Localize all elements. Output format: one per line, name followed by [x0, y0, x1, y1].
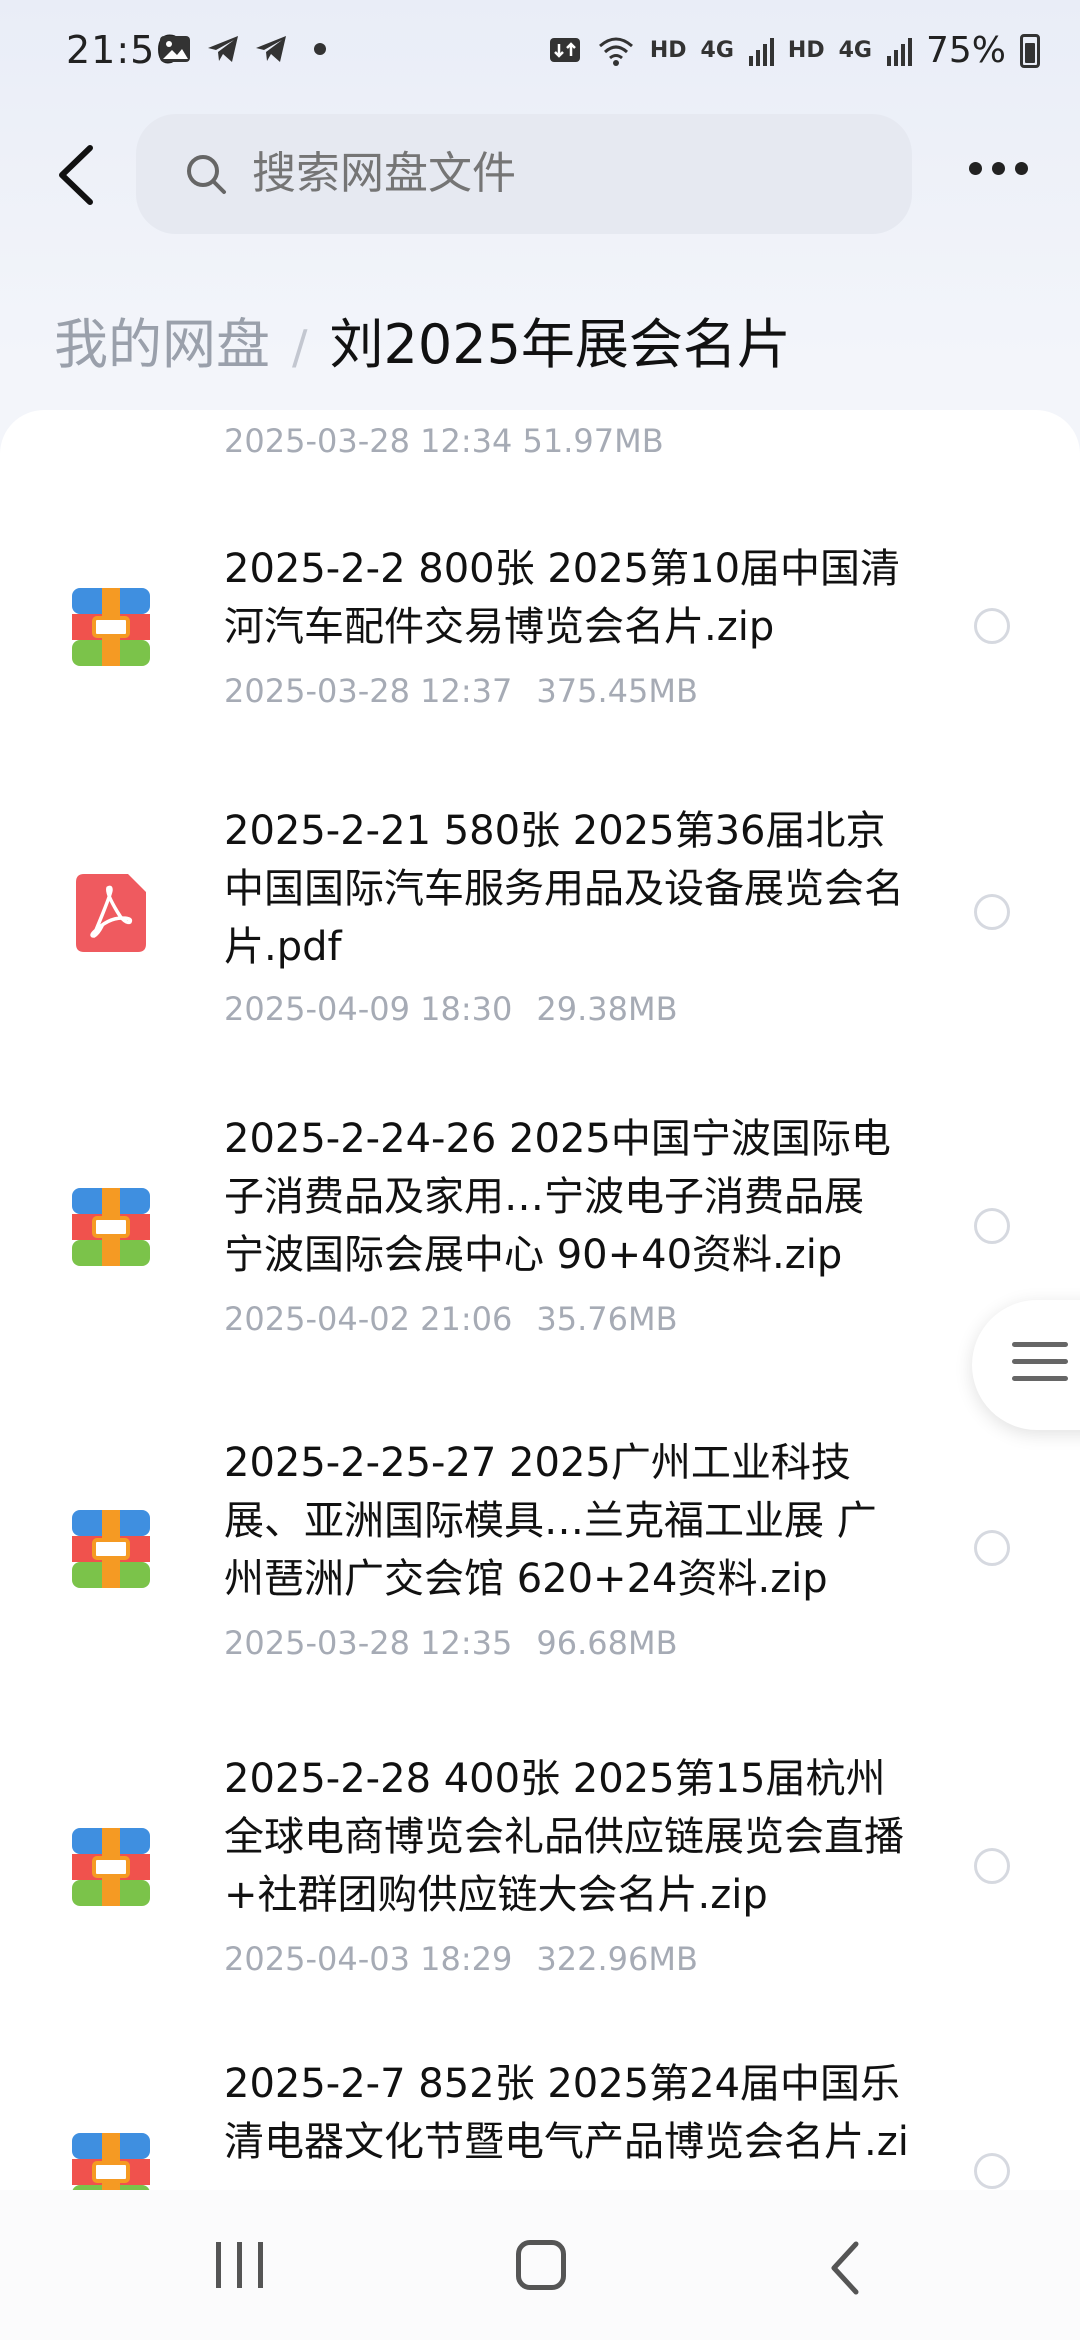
telegram-icon [208, 36, 238, 62]
nav-back-icon[interactable] [826, 2238, 866, 2298]
file-list-item[interactable]: 2025-2-28 400张 2025第15届杭州全球电商博览会礼品供应链展览会… [0, 1750, 1080, 2000]
network-label: HD [787, 38, 825, 63]
battery-percent: 75% [925, 30, 1006, 71]
file-name: 2025-2-25-27 2025广州工业科技展、亚洲国际模具…兰克福工业展 广… [224, 1440, 877, 1602]
file-meta: 2025-04-03 18:29 322.96MB [224, 1940, 698, 1978]
file-meta: 2025-03-28 12:35 96.68MB [224, 1624, 678, 1662]
search-bar[interactable] [136, 114, 912, 234]
file-size: 29.38MB [536, 990, 678, 1028]
select-radio[interactable] [974, 1848, 1010, 1884]
file-size: 35.76MB [536, 1300, 678, 1338]
file-size: 96.68MB [536, 1624, 678, 1662]
home-icon[interactable] [516, 2240, 566, 2290]
file-size: 322.96MB [536, 1940, 698, 1978]
file-name: 2025-2-21 580张 2025第36届北京中国国际汽车服务用品及设备展览… [224, 808, 904, 970]
data-transfer-icon [549, 37, 580, 62]
select-radio[interactable] [974, 1530, 1010, 1566]
file-meta-partial: 2025-03-28 12:34 51.97MB [224, 422, 664, 460]
menu-icon [1012, 1342, 1068, 1393]
header [0, 110, 1080, 240]
file-list-item[interactable]: 2025-2-25-27 2025广州工业科技展、亚洲国际模具…兰克福工业展 广… [0, 1434, 1080, 1684]
file-date: 2025-04-02 21:06 [224, 1300, 513, 1338]
back-icon[interactable] [50, 140, 110, 210]
notification-icons [158, 32, 326, 66]
search-input[interactable] [252, 148, 852, 199]
network-label: 4G [838, 38, 872, 63]
file-meta: 2025-03-28 12:37 375.45MB [224, 672, 698, 710]
file-name: 2025-2-2 800张 2025第10届中国清河汽车配件交易博览会名片.zi… [224, 546, 901, 650]
file-list-item[interactable]: 2025-2-2 800张 2025第10届中国清河汽车配件交易博览会名片.zi… [0, 540, 1080, 740]
file-list-item[interactable]: 2025-2-24-26 2025中国宁波国际电子消费品及家用…宁波电子消费品展… [0, 1110, 1080, 1360]
breadcrumb-current: 刘2025年展会名片 [329, 313, 791, 376]
file-date: 2025-03-28 12:37 [224, 672, 513, 710]
more-dot [969, 162, 982, 175]
system-nav-bar [0, 2190, 1080, 2340]
search-icon [187, 155, 226, 194]
screen: 21:56 HD 4G HD 4G 75% 搜索网盘文件 我的网盘 / 刘202… [0, 0, 1080, 2340]
recent-apps-icon[interactable] [216, 2242, 263, 2288]
select-radio[interactable] [974, 894, 1010, 930]
zip-file-icon [72, 1828, 150, 1906]
battery-icon [1020, 33, 1040, 68]
breadcrumb-root[interactable]: 我的网盘 [54, 300, 270, 379]
breadcrumb-separator: / [292, 320, 308, 374]
file-name: 2025-2-24-26 2025中国宁波国际电子消费品及家用…宁波电子消费品展… [224, 1116, 891, 1278]
file-date: 2025-03-28 12:35 [224, 1624, 513, 1662]
file-name: 2025-2-28 400张 2025第15届杭州全球电商博览会礼品供应链展览会… [224, 1756, 904, 1918]
status-bar: 21:56 HD 4G HD 4G 75% [0, 0, 1080, 105]
system-indicators: HD 4G HD 4G 75% [548, 30, 1040, 71]
more-notifications-dot [314, 43, 326, 55]
telegram-icon [256, 36, 286, 62]
signal-icon [886, 37, 912, 66]
wifi-icon [598, 37, 633, 66]
file-list: 2025-03-28 12:34 51.97MB 2025-2-2 800张 2… [0, 410, 1080, 2220]
more-dot [1015, 162, 1028, 175]
breadcrumb: 我的网盘 / 刘2025年展会名片 [54, 300, 791, 379]
file-size: 375.45MB [536, 672, 698, 710]
select-radio[interactable] [974, 2153, 1010, 2189]
zip-file-icon [72, 1510, 150, 1588]
select-radio[interactable] [974, 1208, 1010, 1244]
select-radio[interactable] [974, 608, 1010, 644]
zip-file-icon [72, 588, 150, 666]
pdf-file-icon [76, 874, 146, 952]
file-meta: 2025-04-09 18:30 29.38MB [224, 990, 678, 1028]
network-label: 4G [700, 38, 734, 63]
file-date: 2025-04-03 18:29 [224, 1940, 513, 1978]
image-icon [160, 36, 190, 62]
more-options-button[interactable] [969, 162, 1028, 175]
file-date: 2025-04-09 18:30 [224, 990, 513, 1028]
signal-icon [748, 37, 774, 66]
more-dot [992, 162, 1005, 175]
zip-file-icon [72, 1188, 150, 1266]
file-meta: 2025-04-02 21:06 35.76MB [224, 1300, 678, 1338]
file-list-item[interactable]: 2025-2-21 580张 2025第36届北京中国国际汽车服务用品及设备展览… [0, 802, 1080, 1052]
network-label: HD [649, 38, 687, 63]
